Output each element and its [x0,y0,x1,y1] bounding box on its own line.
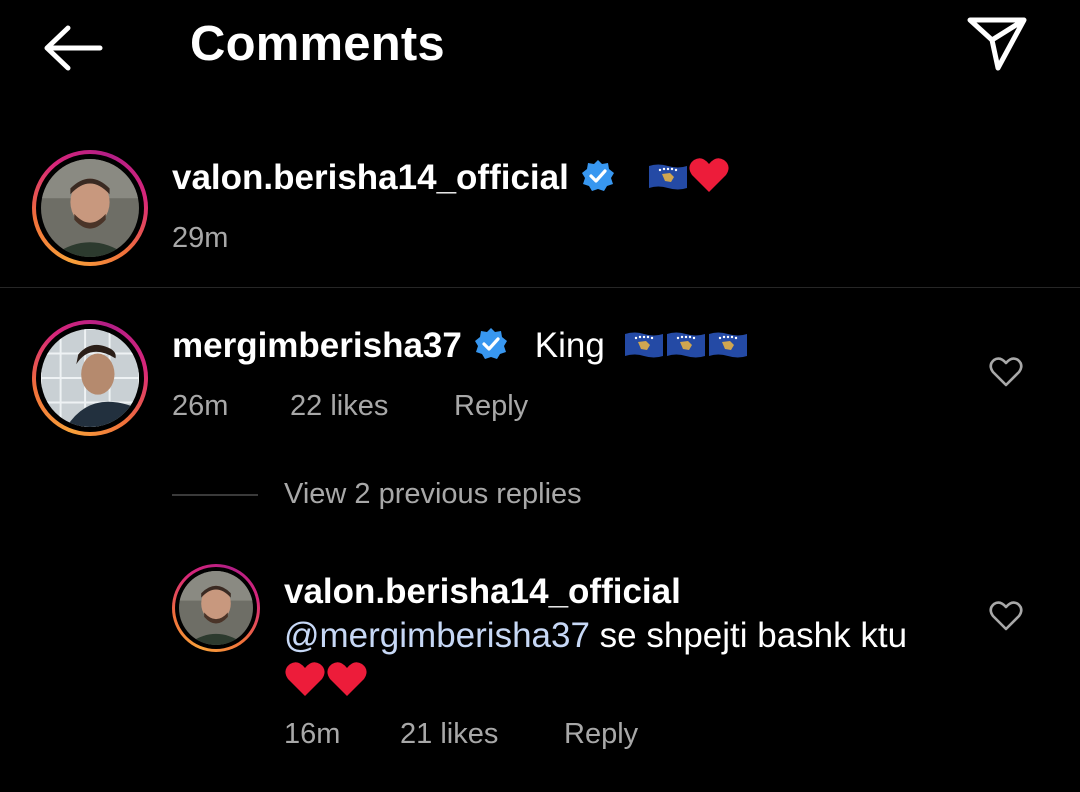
caption-username[interactable]: valon.berisha14_official [172,158,569,197]
comment-text: King [534,326,605,365]
back-arrow-icon[interactable] [40,22,106,74]
comment-time: 26m [172,390,229,422]
comment-reply-button[interactable]: Reply [454,390,528,423]
reply-time: 16m [284,718,341,750]
kosovo-flag-icon [648,164,687,190]
reply-emojis [284,660,984,702]
caption-row: valon.berisha14_official 29m [172,156,730,254]
kosovo-flag-icon [624,332,663,358]
red-heart-emoji [285,662,325,696]
kosovo-flag-icon [708,332,747,358]
avatar-photo [41,329,139,427]
kosovo-flag-icon [666,332,705,358]
verified-badge-icon [581,160,614,191]
avatar-photo [179,571,253,645]
red-heart-emoji [327,662,367,696]
reply-mention-link[interactable]: @mergimberisha37 [284,616,590,655]
verified-badge-icon [474,328,507,359]
caption-avatar[interactable] [32,150,148,266]
comment-likes[interactable]: 22 likes [290,390,388,423]
page-title: Comments [190,17,445,71]
reply-reply-button[interactable]: Reply [564,718,638,751]
caption-time: 29m [172,222,229,254]
divider [0,287,1080,288]
red-heart-emoji [689,158,729,192]
top-bar: Comments [0,0,1080,100]
reply-avatar[interactable] [172,564,260,652]
reply-username[interactable]: valon.berisha14_official [284,572,984,612]
comment-avatar[interactable] [32,320,148,436]
heart-outline-icon[interactable] [989,600,1023,632]
heart-outline-icon[interactable] [989,356,1023,388]
replies-divider-line [172,494,258,496]
reply-text: se shpejti bashk ktu [589,616,908,655]
view-replies-label[interactable]: View 2 previous replies [284,478,582,511]
avatar-photo [41,159,139,257]
reply-likes[interactable]: 21 likes [400,718,498,751]
comment-row: mergimberisha37 King 26m 22 likes Reply [172,326,748,422]
reply-row: valon.berisha14_official @mergimberisha3… [284,572,984,750]
send-icon[interactable] [966,14,1028,74]
comment-username[interactable]: mergimberisha37 [172,326,462,365]
reply-text-line: @mergimberisha37 se shpejti bashk ktu [284,614,984,658]
